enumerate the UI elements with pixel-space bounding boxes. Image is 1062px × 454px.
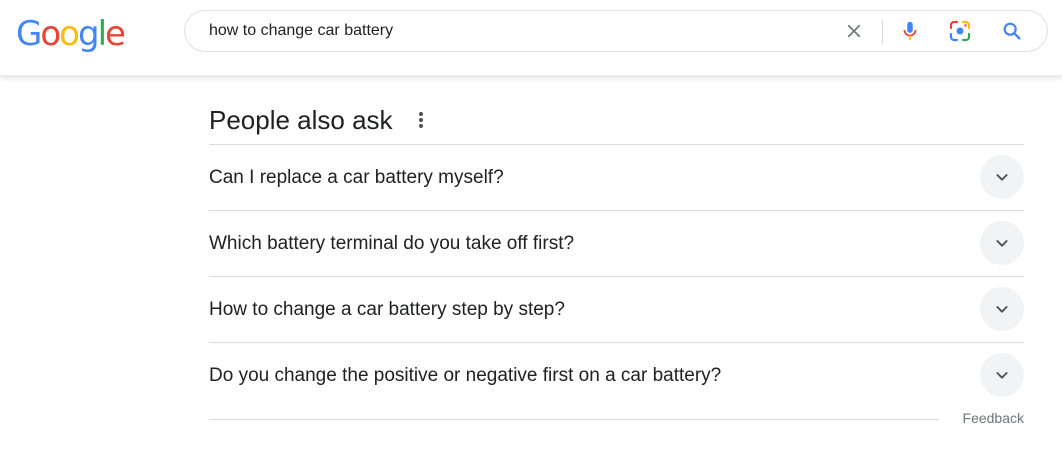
paa-question-text: Can I replace a car battery myself? — [209, 166, 504, 188]
footer-divider — [209, 419, 939, 420]
search-box — [184, 10, 1048, 52]
clear-button[interactable] — [839, 16, 869, 46]
close-icon — [847, 24, 861, 38]
expand-button[interactable] — [980, 287, 1024, 331]
logo-letter: o — [59, 14, 80, 54]
logo-letter: l — [97, 14, 108, 54]
chevron-down-icon — [996, 174, 1008, 181]
search-input[interactable] — [209, 11, 809, 51]
chevron-down-icon — [996, 306, 1008, 313]
google-logo[interactable]: Google — [16, 12, 126, 56]
chevron-down-icon — [996, 240, 1008, 247]
paa-question[interactable]: Can I replace a car battery myself? — [209, 145, 1024, 211]
paa-question-text: Which battery terminal do you take off f… — [209, 232, 575, 254]
microphone-icon — [903, 21, 917, 41]
search-button[interactable] — [997, 16, 1027, 46]
search-divider — [882, 20, 883, 44]
people-also-ask: People also ask Can I replace a car batt… — [209, 96, 1024, 426]
logo-letter: G — [16, 14, 42, 54]
paa-question-text: How to change a car battery step by step… — [209, 298, 565, 320]
more-vertical-icon — [418, 112, 423, 128]
voice-search-button[interactable] — [895, 16, 925, 46]
chevron-down-icon — [996, 372, 1008, 379]
search-header: Google — [0, 0, 1062, 76]
expand-button[interactable] — [980, 221, 1024, 265]
camera-lens-icon — [949, 20, 971, 42]
expand-button[interactable] — [980, 353, 1024, 397]
paa-header: People also ask — [209, 96, 1024, 145]
paa-footer: Feedback — [209, 409, 1024, 426]
feedback-link[interactable]: Feedback — [963, 410, 1024, 426]
search-icon — [1003, 22, 1021, 40]
expand-button[interactable] — [980, 155, 1024, 199]
paa-question-text: Do you change the positive or negative f… — [209, 365, 722, 386]
logo-letter: o — [40, 14, 61, 54]
paa-question[interactable]: Which battery terminal do you take off f… — [209, 211, 1024, 277]
logo-letter: g — [77, 14, 100, 54]
paa-question[interactable]: Do you change the positive or negative f… — [209, 343, 1024, 409]
paa-question[interactable]: How to change a car battery step by step… — [209, 277, 1024, 343]
lens-search-button[interactable] — [945, 16, 975, 46]
paa-more-button[interactable] — [411, 106, 431, 134]
logo-letter: e — [105, 14, 126, 54]
paa-title: People also ask — [209, 105, 393, 135]
